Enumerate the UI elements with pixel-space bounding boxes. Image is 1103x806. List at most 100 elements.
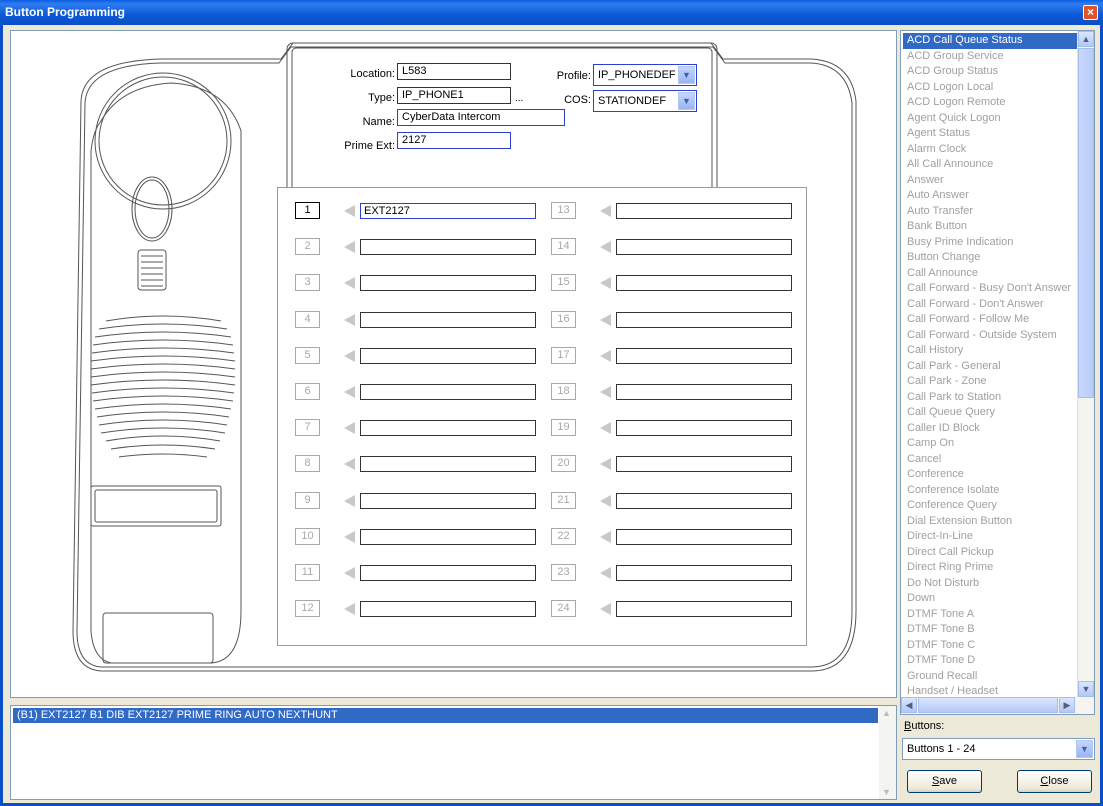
feature-item[interactable]: Agent Status <box>903 126 1077 142</box>
button-number-5[interactable]: 5 <box>295 346 320 364</box>
feature-item[interactable]: Call Forward - Busy Don't Answer <box>903 281 1077 297</box>
button-field-14[interactable] <box>616 239 792 256</box>
horizontal-scrollbar[interactable]: ◀ ▶ <box>901 697 1094 714</box>
button-field-13[interactable] <box>616 203 792 219</box>
name-field[interactable]: CyberData Intercom <box>397 109 565 126</box>
scroll-left-icon[interactable]: ◀ <box>901 697 917 713</box>
profile-select[interactable]: IP_PHONEDEF ▼ <box>593 64 697 86</box>
scroll-down-icon[interactable]: ▼ <box>1078 681 1094 697</box>
status-scrollbar[interactable]: ▲ ▼ <box>879 706 896 799</box>
button-field-20[interactable] <box>616 456 792 473</box>
feature-item[interactable]: ACD Call Queue Status <box>903 33 1077 49</box>
feature-item[interactable]: Direct Call Pickup <box>903 545 1077 561</box>
feature-list[interactable]: ACD Call Queue Status ACD Group Service AC… <box>900 30 1095 715</box>
feature-item[interactable]: Call Queue Query <box>903 405 1077 421</box>
button-field-8[interactable] <box>360 456 536 473</box>
hscroll-thumb[interactable] <box>918 697 1058 713</box>
button-number-22[interactable]: 22 <box>551 527 576 545</box>
button-number-24[interactable]: 24 <box>551 600 576 618</box>
feature-item[interactable]: Button Change <box>903 250 1077 266</box>
button-field-1[interactable]: EXT2127 <box>360 203 536 219</box>
feature-item[interactable]: DTMF Tone B <box>903 622 1077 638</box>
feature-item[interactable]: Caller ID Block <box>903 421 1077 437</box>
button-number-12[interactable]: 12 <box>295 600 320 618</box>
button-number-8[interactable]: 8 <box>295 455 320 473</box>
close-button[interactable]: Close <box>1017 770 1092 793</box>
status-line[interactable]: (B1) EXT2127 B1 DIB EXT2127 PRIME RING A… <box>13 708 878 723</box>
button-number-21[interactable]: 21 <box>551 491 576 509</box>
feature-item[interactable]: DTMF Tone A <box>903 607 1077 623</box>
scroll-right-icon[interactable]: ▶ <box>1059 697 1075 713</box>
button-number-17[interactable]: 17 <box>551 346 576 364</box>
button-field-15[interactable] <box>616 275 792 292</box>
feature-item[interactable]: Camp On <box>903 436 1077 452</box>
button-field-23[interactable] <box>616 565 792 581</box>
button-number-13[interactable]: 13 <box>551 202 576 219</box>
feature-item[interactable]: Auto Transfer <box>903 204 1077 220</box>
feature-item[interactable]: Call Park - General <box>903 359 1077 375</box>
button-number-9[interactable]: 9 <box>295 491 320 509</box>
feature-item[interactable]: ACD Group Status <box>903 64 1077 80</box>
chevron-down-icon[interactable]: ▼ <box>678 66 695 84</box>
feature-item[interactable]: Bank Button <box>903 219 1077 235</box>
feature-item[interactable]: Busy Prime Indication <box>903 235 1077 251</box>
feature-item[interactable]: Direct-In-Line <box>903 529 1077 545</box>
button-number-11[interactable]: 11 <box>295 564 320 581</box>
feature-item[interactable]: Call Forward - Don't Answer <box>903 297 1077 313</box>
feature-item[interactable]: Conference Isolate <box>903 483 1077 499</box>
button-field-24[interactable] <box>616 601 792 618</box>
feature-item[interactable]: Call Forward - Follow Me <box>903 312 1077 328</box>
feature-item[interactable]: Conference <box>903 467 1077 483</box>
button-field-10[interactable] <box>360 528 536 545</box>
button-number-19[interactable]: 19 <box>551 419 576 437</box>
button-number-3[interactable]: 3 <box>295 274 320 292</box>
button-field-6[interactable] <box>360 384 536 400</box>
button-number-6[interactable]: 6 <box>295 383 320 400</box>
feature-item[interactable]: Call Announce <box>903 266 1077 282</box>
feature-item[interactable]: Answer <box>903 173 1077 189</box>
button-field-19[interactable] <box>616 420 792 437</box>
save-button[interactable]: Save <box>907 770 982 793</box>
feature-item[interactable]: Down <box>903 591 1077 607</box>
feature-item[interactable]: All Call Announce <box>903 157 1077 173</box>
button-field-2[interactable] <box>360 239 536 256</box>
button-field-18[interactable] <box>616 384 792 400</box>
button-number-23[interactable]: 23 <box>551 564 576 581</box>
button-number-15[interactable]: 15 <box>551 274 576 292</box>
button-field-12[interactable] <box>360 601 536 618</box>
location-field[interactable]: L583 <box>397 63 511 80</box>
chevron-down-icon[interactable]: ▼ <box>1076 740 1093 758</box>
button-number-1[interactable]: 1 <box>295 202 320 219</box>
feature-item[interactable]: ACD Logon Remote <box>903 95 1077 111</box>
scroll-thumb[interactable] <box>1078 48 1094 398</box>
feature-item[interactable]: ACD Logon Local <box>903 80 1077 96</box>
button-field-5[interactable] <box>360 347 536 364</box>
feature-item[interactable]: Call Forward - Outside System <box>903 328 1077 344</box>
feature-item[interactable]: Conference Query <box>903 498 1077 514</box>
chevron-down-icon[interactable]: ▼ <box>678 92 695 110</box>
button-number-18[interactable]: 18 <box>551 383 576 400</box>
feature-item[interactable]: Ground Recall <box>903 669 1077 685</box>
feature-item[interactable]: Agent Quick Logon <box>903 111 1077 127</box>
feature-item[interactable]: Call History <box>903 343 1077 359</box>
feature-item[interactable]: Call Park to Station <box>903 390 1077 406</box>
feature-item[interactable]: Direct Ring Prime <box>903 560 1077 576</box>
button-field-16[interactable] <box>616 311 792 328</box>
button-field-17[interactable] <box>616 347 792 364</box>
button-field-4[interactable] <box>360 311 536 328</box>
button-number-20[interactable]: 20 <box>551 455 576 473</box>
button-field-3[interactable] <box>360 275 536 292</box>
cos-select[interactable]: STATIONDEF ▼ <box>593 90 697 112</box>
button-number-16[interactable]: 16 <box>551 310 576 328</box>
button-field-9[interactable] <box>360 492 536 509</box>
scroll-down-icon[interactable]: ▼ <box>882 787 891 797</box>
type-field[interactable]: IP_PHONE1 <box>397 87 511 104</box>
feature-item[interactable]: DTMF Tone D <box>903 653 1077 669</box>
feature-item[interactable]: Auto Answer <box>903 188 1077 204</box>
feature-item[interactable]: Call Park - Zone <box>903 374 1077 390</box>
vertical-scrollbar[interactable]: ▲ ▼ <box>1077 31 1094 697</box>
feature-item[interactable]: DTMF Tone C <box>903 638 1077 654</box>
button-field-21[interactable] <box>616 492 792 509</box>
button-number-10[interactable]: 10 <box>295 527 320 545</box>
button-field-22[interactable] <box>616 528 792 545</box>
